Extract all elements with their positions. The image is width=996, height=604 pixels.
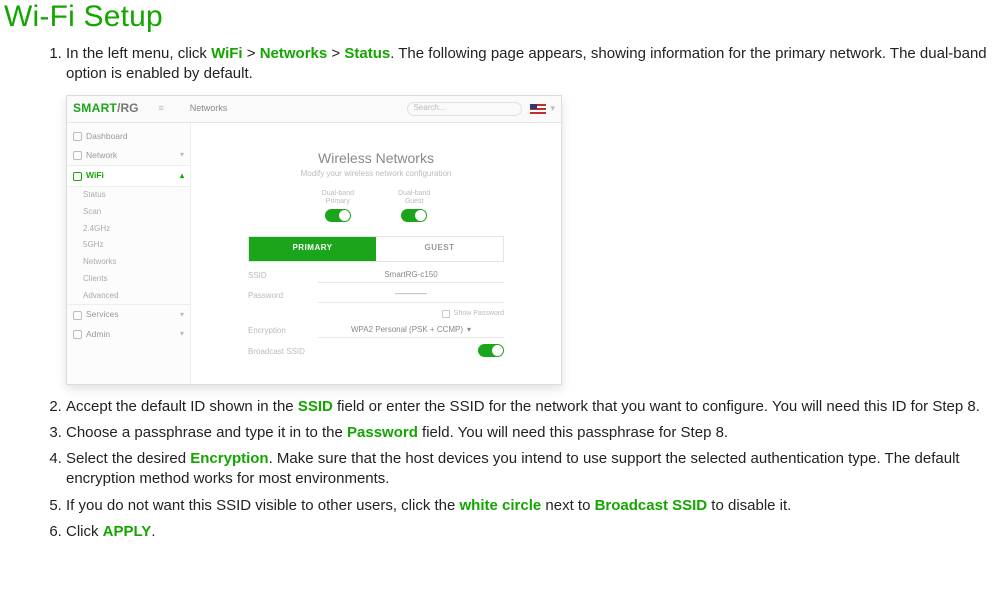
chevron-up-icon: ▴ [180,171,184,182]
instruction-list: In the left menu, click WiFi > Networks … [4,44,992,542]
step-5b: next to [541,497,594,514]
sidebar-item-label: Dashboard [86,131,128,142]
sidebar-item-label: WiFi [86,170,104,181]
dashboard-icon [73,132,82,141]
breadcrumb: Networks [190,102,228,114]
sidebar-item-label: Network [86,150,117,161]
step-2: Accept the default ID shown in the SSID … [66,397,992,417]
services-icon [73,311,82,320]
sidebar-sub-advanced[interactable]: Advanced [67,288,190,305]
sidebar-sub-scan[interactable]: Scan [67,204,190,221]
page-title: Wi-Fi Setup [4,0,992,34]
password-field[interactable]: ———— [318,289,504,303]
kw-white-circle: white circle [460,497,542,514]
chevron-down-icon: ▾ [180,329,184,340]
encryption-value: WPA2 Personal (PSK + CCMP) [351,325,463,334]
sidebar-item-label: Services [86,309,119,320]
admin-icon [73,330,82,339]
chevron-down-icon: ▾ [467,325,471,334]
step-5: If you do not want this SSID visible to … [66,496,992,516]
sidebar-sub-5ghz[interactable]: 5GHz [67,237,190,254]
sidebar-item-wifi[interactable]: WiFi ▴ [67,165,190,186]
hamburger-icon[interactable]: ≡ [159,102,164,114]
sidebar-sub-clients[interactable]: Clients [67,271,190,288]
kw-status: Status [344,45,390,62]
sidebar-item-label: Admin [86,329,110,340]
label-ssid: SSID [248,271,318,282]
kw-ssid: SSID [298,398,333,415]
label-show-password: Show Password [454,309,504,318]
step-6: Click APPLY. [66,522,992,542]
show-password-checkbox[interactable] [442,310,450,318]
wifi-form: SSIDSmartRG-c150 Password———— Show Passw… [248,270,504,361]
toggle-dualband-guest[interactable] [401,209,427,222]
kw-apply: APPLY [103,523,152,540]
label-password: Password [248,291,318,302]
dualband-guest: Dual-bandGuest [398,190,430,221]
kw-wifi: WiFi [211,45,243,62]
sidebar-item-network[interactable]: Network ▾ [67,146,190,165]
kw-networks: Networks [260,45,328,62]
sidebar-item-services[interactable]: Services ▾ [67,304,190,324]
sep: > [243,45,260,62]
step-5c: to disable it. [707,497,791,514]
kw-encryption: Encryption [190,450,268,467]
step-3a: Choose a passphrase and type it in to th… [66,424,347,441]
sidebar-item-dashboard[interactable]: Dashboard [67,127,190,146]
dual-label-a: Dual-band [398,190,430,197]
sidebar-sub-networks[interactable]: Networks [67,254,190,271]
sep: > [327,45,344,62]
step-3b: field. You will need this passphrase for… [418,424,728,441]
dual-label-b: Guest [405,198,424,205]
sidebar-item-admin[interactable]: Admin ▾ [67,325,190,344]
step-3: Choose a passphrase and type it in to th… [66,423,992,443]
encryption-select[interactable]: WPA2 Personal (PSK + CCMP) ▾ [318,325,504,339]
step-2a: Accept the default ID shown in the [66,398,298,415]
label-encryption: Encryption [248,326,318,337]
step-2b: field or enter the SSID for the network … [333,398,980,415]
tabrow: PRIMARY GUEST [248,236,504,262]
embedded-screenshot: SMART/RG ≡ Networks Search... ▾ Dashboar… [66,95,562,385]
step-6b: . [151,523,155,540]
kw-password: Password [347,424,418,441]
kw-broadcast-ssid: Broadcast SSID [595,497,708,514]
step-4a: Select the desired [66,450,190,467]
fig-sidebar: Dashboard Network ▾ WiFi ▴ Status Scan 2.4… [67,123,191,384]
fig-panel: Wireless Networks Modify your wireless n… [191,123,561,384]
panel-title: Wireless Networks [318,149,434,168]
brand-logo-a: SMART [73,100,117,116]
chevron-down-icon: ▾ [180,150,184,161]
ssid-field[interactable]: SmartRG-c150 [318,270,504,284]
sidebar-sub-24ghz[interactable]: 2.4GHz [67,221,190,238]
dualband-primary: Dual-bandPrimary [322,190,354,221]
network-icon [73,151,82,160]
flag-icon[interactable] [530,104,546,114]
sidebar-sub-status[interactable]: Status [67,187,190,204]
tab-guest[interactable]: GUEST [376,237,503,261]
label-broadcast-ssid: Broadcast SSID [248,347,318,358]
panel-subtitle: Modify your wireless network configurati… [301,169,452,180]
fig-header: SMART/RG ≡ Networks Search... ▾ [67,96,561,123]
step-5a: If you do not want this SSID visible to … [66,497,460,514]
chevron-down-icon: ▾ [180,310,184,321]
dual-label-a: Dual-band [322,190,354,197]
search-input[interactable]: Search... [407,102,522,116]
toggle-dualband-primary[interactable] [325,209,351,222]
brand-logo-b: /RG [117,100,138,116]
wifi-icon [73,172,82,181]
step-1: In the left menu, click WiFi > Networks … [66,44,992,385]
tab-primary[interactable]: PRIMARY [249,237,376,261]
dual-label-b: Primary [326,198,350,205]
step-1-text-a: In the left menu, click [66,45,211,62]
step-6a: Click [66,523,103,540]
toggle-broadcast-ssid[interactable] [478,344,504,357]
chevron-down-icon[interactable]: ▾ [550,102,555,114]
step-4: Select the desired Encryption. Make sure… [66,449,992,490]
